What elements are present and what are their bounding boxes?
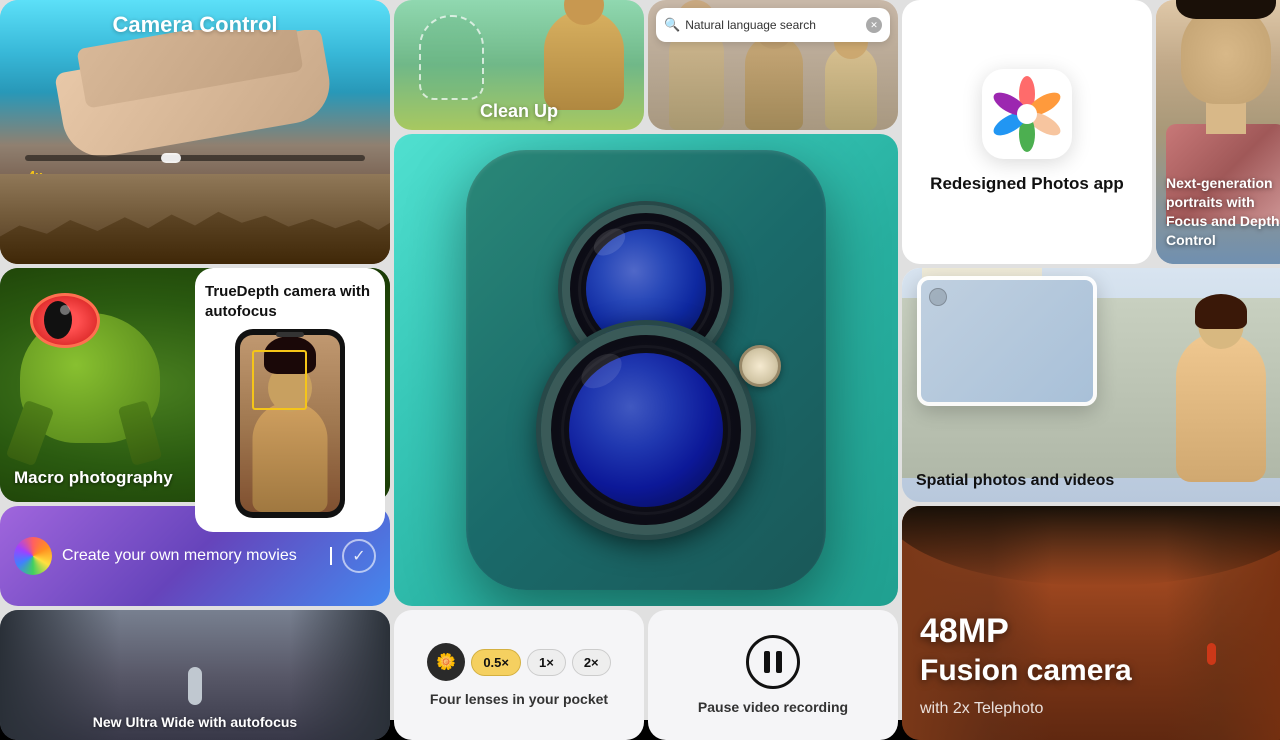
fusion-camera-cell: 48MPFusion camera with 2x Telephoto	[902, 506, 1280, 740]
lens-bottom-ring	[561, 345, 731, 515]
camera-control-cell: 4x Camera Control	[0, 0, 390, 264]
landscape-bg	[0, 174, 390, 264]
search-icon: 🔍	[664, 17, 680, 33]
frog-body	[10, 283, 195, 483]
phone-screen	[240, 335, 340, 513]
badge-05x: 0.5×	[471, 649, 521, 676]
fusion-tiny-person	[1207, 643, 1216, 665]
badge-1x: 1×	[527, 649, 566, 676]
portraits-cell: Next-generation portraits with Focus and…	[1156, 0, 1280, 264]
phone-mockup	[235, 329, 345, 519]
fusion-label-main: 48MPFusion camera	[920, 613, 1132, 688]
camera-control-title: Camera Control	[0, 12, 390, 38]
person3	[825, 45, 877, 130]
truedepth-cell: TrueDepth camera with autofocus	[195, 268, 385, 532]
siri-icon	[14, 537, 52, 575]
nl-search-text: Natural language search	[685, 18, 861, 32]
memory-check-btn[interactable]: ✓	[342, 539, 376, 573]
pause-button[interactable]	[746, 635, 800, 689]
ultra-wide-person	[188, 667, 202, 705]
photos-app-cell: Redesigned Photos app	[902, 0, 1152, 264]
pause-video-cell: Pause video recording	[648, 610, 898, 740]
portrait-hair	[1176, 0, 1276, 19]
memory-search-text: Create your own memory movies	[62, 547, 320, 565]
clean-up-label: Clean Up	[394, 101, 644, 122]
hand-image	[0, 30, 390, 160]
lens-bottom-outer	[541, 325, 751, 535]
front-camera	[276, 332, 304, 337]
truedepth-label: TrueDepth camera with autofocus	[205, 282, 375, 323]
nl-search-cell: 🔍 Natural language search ✕	[648, 0, 898, 130]
clean-up-cell: Clean Up	[394, 0, 644, 130]
flash-module	[739, 345, 781, 387]
macro-lens-icon: 🌼	[427, 643, 465, 681]
lenses-icons-row: 🌼 0.5× 1× 2×	[427, 643, 610, 681]
iphone-camera-main	[394, 134, 898, 606]
person-cutout	[419, 15, 484, 100]
iphone-body	[466, 150, 826, 590]
search-bar[interactable]: 🔍 Natural language search ✕	[656, 8, 890, 42]
ultra-wide-cell: New Ultra Wide with autofocus	[0, 610, 390, 740]
photos-app-icon	[982, 69, 1072, 159]
portraits-label: Next-generation portraits with Focus and…	[1166, 174, 1280, 250]
macro-label: Macro photography	[14, 468, 173, 488]
text-cursor	[330, 547, 332, 565]
four-lenses-cell: 🌼 0.5× 1× 2× Four lenses in your pocket	[394, 610, 644, 740]
pause-video-label: Pause video recording	[698, 699, 848, 715]
fusion-label-sub: with 2x Telephoto	[920, 700, 1043, 718]
spatial-label: Spatial photos and videos	[916, 472, 1114, 490]
photos-icon-svg	[987, 74, 1067, 154]
pause-icon	[764, 651, 782, 673]
main-person	[544, 10, 624, 110]
badge-2x: 2×	[572, 649, 611, 676]
zoom-slider	[25, 155, 365, 161]
four-lenses-label: Four lenses in your pocket	[430, 691, 608, 707]
portrait-face	[1181, 4, 1271, 104]
person2	[745, 35, 803, 130]
device-camera-dot	[929, 288, 947, 306]
ultra-wide-label: New Ultra Wide with autofocus	[0, 714, 390, 730]
focus-square	[252, 350, 307, 410]
pause-bar-right	[776, 651, 782, 673]
pause-bar-left	[764, 651, 770, 673]
spatial-cell: Spatial photos and videos	[902, 268, 1280, 502]
spatial-device	[917, 276, 1097, 406]
spatial-person	[1176, 332, 1266, 482]
clear-button[interactable]: ✕	[866, 17, 882, 33]
screen-person-body	[253, 402, 328, 512]
photos-app-label: Redesigned Photos app	[930, 173, 1124, 195]
